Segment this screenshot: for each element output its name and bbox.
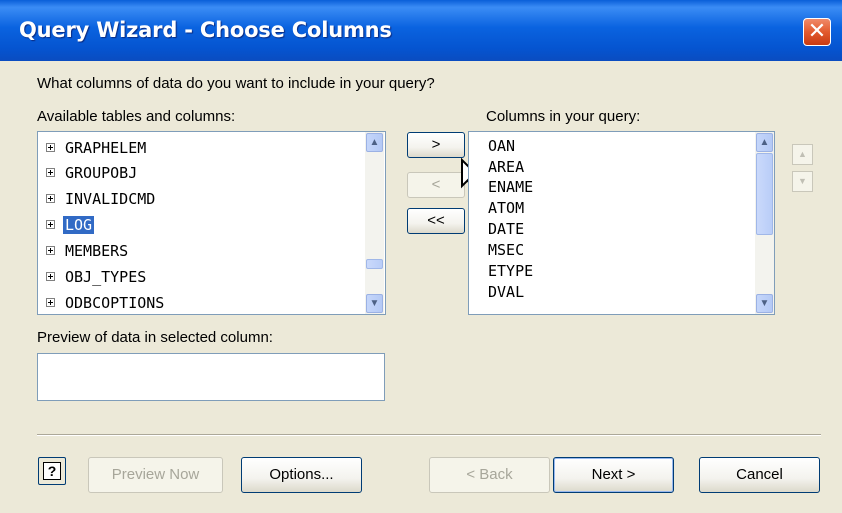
close-button[interactable]: ✕ bbox=[803, 18, 831, 46]
help-icon: ? bbox=[43, 462, 61, 480]
move-up-button[interactable]: ▲ bbox=[792, 144, 813, 165]
expand-icon[interactable] bbox=[46, 194, 55, 203]
tree-item-invalidcmd[interactable]: INVALIDCMD bbox=[46, 187, 157, 211]
scroll-down-icon[interactable]: ▼ bbox=[756, 294, 773, 313]
column-item[interactable]: ATOM bbox=[488, 198, 524, 219]
remove-all-columns-button[interactable]: << bbox=[407, 208, 465, 234]
column-item[interactable]: MSEC bbox=[488, 240, 524, 261]
help-button[interactable]: ? bbox=[38, 457, 66, 485]
column-item[interactable]: DATE bbox=[488, 219, 524, 240]
back-button[interactable]: < Back bbox=[429, 457, 550, 493]
remove-column-button[interactable]: < bbox=[407, 172, 465, 198]
column-item[interactable]: AREA bbox=[488, 157, 524, 178]
cancel-button[interactable]: Cancel bbox=[699, 457, 820, 493]
tree-item-obj-types[interactable]: OBJ_TYPES bbox=[46, 265, 148, 289]
scroll-thumb[interactable] bbox=[366, 259, 383, 269]
column-item[interactable]: ETYPE bbox=[488, 261, 533, 282]
tree-item-groupobj[interactable]: GROUPOBJ bbox=[46, 161, 139, 185]
window-title: Query Wizard - Choose Columns bbox=[19, 18, 392, 42]
column-item[interactable]: ENAME bbox=[488, 177, 533, 198]
query-columns-scrollbar[interactable]: ▲ ▼ bbox=[755, 132, 774, 314]
expand-icon[interactable] bbox=[46, 298, 55, 307]
preview-now-button[interactable]: Preview Now bbox=[88, 457, 223, 493]
query-columns-list[interactable]: OAN AREA ENAME ATOM DATE MSEC ETYPE DVAL… bbox=[468, 131, 775, 315]
preview-label: Preview of data in selected column: bbox=[37, 329, 273, 346]
tree-item-log[interactable]: LOG bbox=[46, 213, 96, 237]
column-item[interactable]: DVAL bbox=[488, 282, 524, 303]
expand-icon[interactable] bbox=[46, 220, 55, 229]
add-column-button[interactable]: > bbox=[407, 132, 465, 158]
query-columns-label: Columns in your query: bbox=[486, 108, 641, 125]
expand-icon[interactable] bbox=[46, 246, 55, 255]
available-tables-label: Available tables and columns: bbox=[37, 108, 236, 125]
tree-item-members[interactable]: MEMBERS bbox=[46, 239, 130, 263]
scroll-thumb[interactable] bbox=[756, 153, 773, 235]
options-button[interactable]: Options... bbox=[241, 457, 362, 493]
scroll-down-icon[interactable]: ▼ bbox=[366, 294, 383, 313]
available-tables-list[interactable]: GRAPHELEM GROUPOBJ INVALIDCMD LOG MEMBER… bbox=[37, 131, 386, 315]
expand-icon[interactable] bbox=[46, 272, 55, 281]
prompt-text: What columns of data do you want to incl… bbox=[37, 75, 435, 92]
tree-item-graphelem[interactable]: GRAPHELEM bbox=[46, 136, 148, 160]
expand-icon[interactable] bbox=[46, 168, 55, 177]
column-item[interactable]: OAN bbox=[488, 136, 515, 157]
scroll-up-icon[interactable]: ▲ bbox=[366, 133, 383, 152]
move-down-button[interactable]: ▼ bbox=[792, 171, 813, 192]
title-bar[interactable]: Query Wizard - Choose Columns ✕ bbox=[0, 0, 842, 61]
available-scrollbar[interactable]: ▲ ▼ bbox=[365, 132, 384, 314]
scroll-up-icon[interactable]: ▲ bbox=[756, 133, 773, 152]
tree-item-odbcoptions[interactable]: ODBCOPTIONS bbox=[46, 291, 166, 314]
next-button[interactable]: Next > bbox=[553, 457, 674, 493]
preview-field bbox=[37, 353, 385, 401]
expand-icon[interactable] bbox=[46, 143, 55, 152]
divider bbox=[37, 434, 821, 436]
